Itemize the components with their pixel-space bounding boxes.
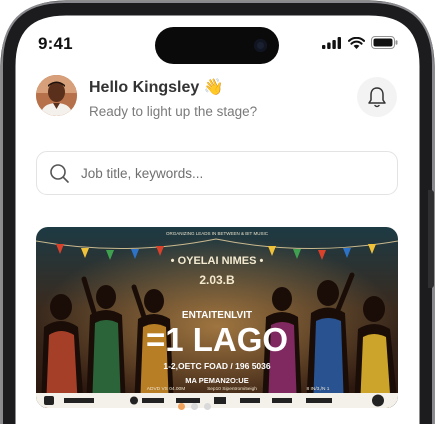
banner-info-1: 1-2,OETC FOAD / 196 5036	[163, 361, 271, 371]
event-banner[interactable]: ORGANIZING LEADS IN BETWEEN & BIT MUSIC …	[36, 227, 398, 408]
banner-info-2: MA PEMAN2O:UE	[185, 376, 248, 385]
side-button	[428, 190, 434, 288]
banner-title: =1 LAGO	[146, 321, 288, 358]
search-input[interactable]	[81, 163, 381, 183]
banner-headline-2: 2.03.B	[199, 273, 235, 287]
banner-headline-1: • OYELAI NIMES •	[171, 255, 264, 267]
banner-time-left: ADVD VS 04.00M	[147, 386, 185, 392]
search-icon	[50, 164, 69, 183]
banner-time-right: 8 IN/3,/N 1	[307, 386, 330, 392]
user-avatar-icon	[36, 75, 77, 116]
bell-icon	[368, 87, 386, 108]
signal-icon	[322, 36, 341, 49]
status-time: 9:41	[38, 34, 73, 53]
avatar[interactable]	[36, 75, 77, 116]
carousel-dot-3[interactable]	[204, 403, 211, 410]
dynamic-island	[155, 27, 279, 64]
banner-top-line: ORGANIZING LEADS IN BETWEEN & BIT MUSIC	[166, 231, 269, 236]
battery-icon	[371, 36, 398, 49]
notification-button[interactable]	[357, 77, 397, 117]
greeting-subtitle: Ready to light up the stage?	[89, 104, 258, 119]
status-icons	[322, 36, 398, 49]
search-bar[interactable]	[36, 151, 398, 195]
carousel-dot-1[interactable]	[178, 403, 185, 410]
banner-entertainment: ENTAITENLVIT	[182, 310, 252, 321]
greeting-text: Hello Kingsley 👋	[89, 79, 224, 96]
banner-time-mid: Sep10 Sipentromi5eigh	[207, 386, 257, 392]
event-poster-image: ORGANIZING LEADS IN BETWEEN & BIT MUSIC …	[36, 227, 398, 408]
carousel-dot-2[interactable]	[191, 403, 198, 410]
wifi-icon	[348, 36, 365, 49]
app-screen: 9:41 Hello Kingsley 👋 Ready to light up …	[18, 18, 418, 438]
carousel-indicator[interactable]	[178, 403, 211, 410]
